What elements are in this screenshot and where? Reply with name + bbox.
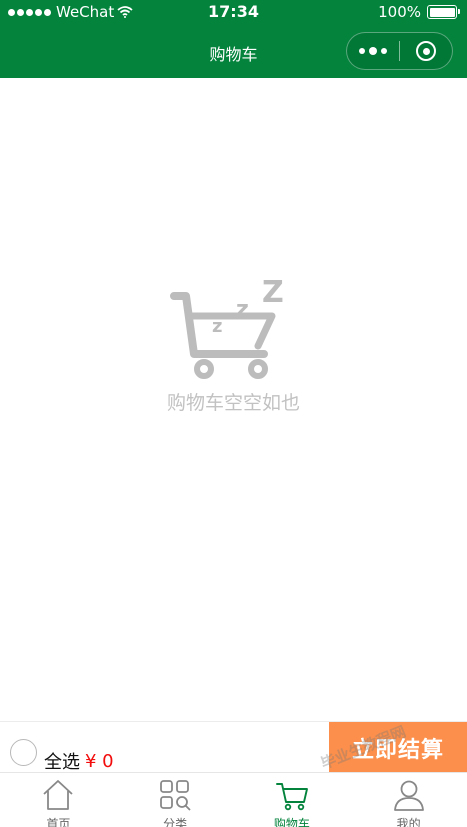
- empty-cart-icon: z z Z: [170, 275, 284, 379]
- cart-page: WeChat 17:34 100% 购物车 z z Z 购物车空空如也 全选 ¥…: [0, 0, 467, 827]
- tab-bar: 首页 分类 购物车 我的: [0, 772, 467, 827]
- battery-icon: [427, 5, 460, 19]
- select-all-radio[interactable]: [10, 738, 37, 766]
- svg-text:z: z: [212, 316, 222, 337]
- nav-bar: 购物车: [0, 24, 467, 78]
- cart-icon: [275, 783, 308, 811]
- tab-label: 分类: [163, 817, 188, 827]
- checkout-button[interactable]: 立即结算: [329, 722, 467, 773]
- home-icon: [43, 780, 73, 810]
- tab-cart[interactable]: 购物车: [234, 773, 351, 827]
- battery-percent: 100%: [378, 3, 421, 21]
- tab-label: 我的: [396, 817, 421, 827]
- tab-label: 购物车: [273, 817, 310, 827]
- more-menu-button[interactable]: [347, 33, 399, 69]
- checkout-bar: 全选 ¥ 0 立即结算: [0, 721, 467, 774]
- mini-program-capsule: [346, 32, 453, 70]
- tab-profile[interactable]: 我的: [350, 773, 467, 827]
- svg-text:z: z: [236, 297, 249, 322]
- svg-text:Z: Z: [262, 275, 284, 310]
- select-all-control[interactable]: 全选 ¥ 0: [10, 730, 114, 774]
- close-mini-program-button[interactable]: [400, 33, 452, 69]
- select-all-label: 全选: [44, 752, 80, 773]
- empty-cart-state: z z Z 购物车空空如也: [0, 260, 467, 420]
- total-price: ¥ 0: [85, 750, 114, 772]
- tab-home[interactable]: 首页: [0, 773, 117, 827]
- tab-label: 首页: [46, 817, 71, 827]
- tab-category[interactable]: 分类: [117, 773, 234, 827]
- empty-cart-message: 购物车空空如也: [166, 392, 300, 414]
- profile-icon: [393, 780, 424, 811]
- target-icon: [416, 41, 436, 61]
- category-icon: [160, 780, 191, 811]
- status-right: 100%: [378, 3, 460, 21]
- status-bar: WeChat 17:34 100%: [0, 0, 467, 24]
